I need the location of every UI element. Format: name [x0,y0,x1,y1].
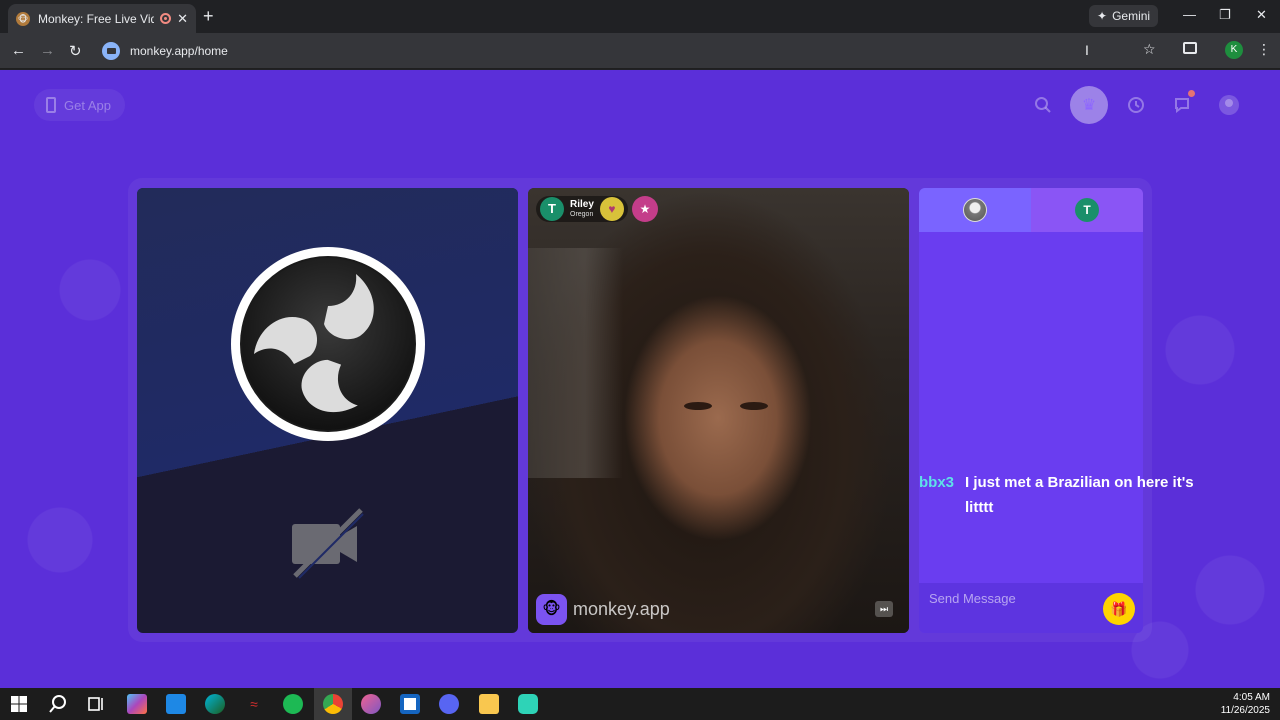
file-explorer-icon[interactable] [479,694,499,714]
browser-tab-monkey[interactable]: 🐵 Monkey: Free Live Video Ch ✕ [8,4,196,33]
remote-user-name: Riley [570,198,594,210]
site-info-icon[interactable] [102,42,120,60]
text-cursor-icon: I [1085,42,1089,58]
search-icon[interactable] [1024,86,1062,124]
messages-icon[interactable] [1163,86,1201,124]
brand-text: monkey.app [573,599,670,619]
skip-icon[interactable]: ⏭ [875,601,893,617]
extensions-icon[interactable] [1183,42,1197,54]
browser-tabbar: 🐵 Monkey: Free Live Video Ch ✕ + ✦ Gemin… [0,0,1280,33]
chat-tab-partner[interactable]: T [1031,188,1143,232]
monkey-favicon-icon: 🐵 [16,11,30,26]
forward-arrow-icon[interactable]: → [40,42,55,59]
clock-date: 11/26/2025 [1220,705,1270,716]
remote-face [684,402,768,410]
local-video-panel [137,188,518,633]
history-icon[interactable] [1117,86,1155,124]
phone-icon [46,97,56,113]
notification-dot [1188,90,1195,97]
minimize-icon[interactable]: — [1183,7,1196,22]
app-icon[interactable] [518,694,538,714]
windows-taskbar: ≈ 4:05 AM 11/26/2025 [0,688,1280,720]
new-tab-button[interactable]: + [203,6,214,27]
crown-icon[interactable]: ♛ [1070,86,1108,124]
tab-title: Monkey: Free Live Video Ch [38,11,155,26]
bookmark-star-icon[interactable]: ☆ [1143,41,1156,58]
url-text[interactable]: monkey.app/home [130,44,228,58]
windows-start-icon[interactable] [9,694,29,714]
chrome-icon[interactable] [323,694,343,714]
profile-avatar[interactable]: K [1225,41,1243,59]
clock-time: 4:05 AM [1233,692,1270,703]
gemini-label: Gemini [1112,9,1151,23]
partner-avatar: T [1075,198,1099,222]
remote-user-location: Oregon [570,210,594,218]
monkey-logo-icon: 🐵 [536,594,567,625]
task-view-icon[interactable] [86,694,106,714]
monkey-watermark: 🐵 monkey.app [536,594,670,625]
system-clock[interactable]: 4:05 AM 11/26/2025 [1221,691,1270,717]
profile-icon[interactable] [1210,86,1248,124]
reload-icon[interactable]: ↻ [69,42,82,60]
self-avatar [963,198,987,222]
restore-icon[interactable]: ❐ [1219,7,1231,23]
itunes-icon[interactable] [361,694,381,714]
recording-icon [160,13,172,24]
gemini-button[interactable]: ✦ Gemini [1089,5,1159,27]
gift-button-icon[interactable]: 🎁 [1103,593,1135,625]
address-bar[interactable]: monkey.app/home [98,38,1206,64]
gemini-sparkle-icon: ✦ [1097,9,1108,23]
camera-off-icon [292,508,364,579]
edge-icon[interactable] [205,694,225,714]
copilot-icon[interactable] [127,694,147,714]
close-window-icon[interactable]: ✕ [1256,7,1267,23]
remote-user-avatar: T [540,197,564,221]
remote-user-chip[interactable]: T Riley Oregon ♥ [536,196,628,222]
news-icon[interactable] [400,694,420,714]
character-badge-icon[interactable]: ★ [632,196,658,222]
message-text: I just met a Brazilian on here it's litt… [965,474,1194,516]
remote-video-panel: T Riley Oregon ♥ ★ 🐵 monkey.app ⏭ [528,188,909,633]
back-arrow-icon[interactable]: ← [11,42,26,59]
get-app-label: Get App [64,97,111,113]
more-menu-icon[interactable]: ⋮ [1257,41,1271,58]
chat-tabs: T [919,188,1143,232]
send-message-input[interactable]: Send Message [929,591,1016,606]
search-icon[interactable] [48,694,68,714]
obs-logo-icon [231,247,425,441]
heart-badge-icon: ♥ [599,197,624,221]
send-message-bar: Send Message 🎁 [919,583,1143,633]
chat-tab-self[interactable] [919,188,1031,232]
mail-icon[interactable] [166,694,186,714]
discord-icon[interactable] [439,694,459,714]
get-app-button[interactable]: Get App [34,89,125,121]
tab-close-icon[interactable]: ✕ [177,11,188,27]
message-sender: bbx3 [919,474,955,491]
spotify-icon[interactable] [283,694,303,714]
razer-icon[interactable]: ≈ [244,694,264,714]
browser-toolbar: ← → ↻ monkey.app/home I ☆ K ⋮ [0,33,1280,69]
chat-panel: T bbx3 I just met a Brazilian on here it… [919,188,1194,633]
